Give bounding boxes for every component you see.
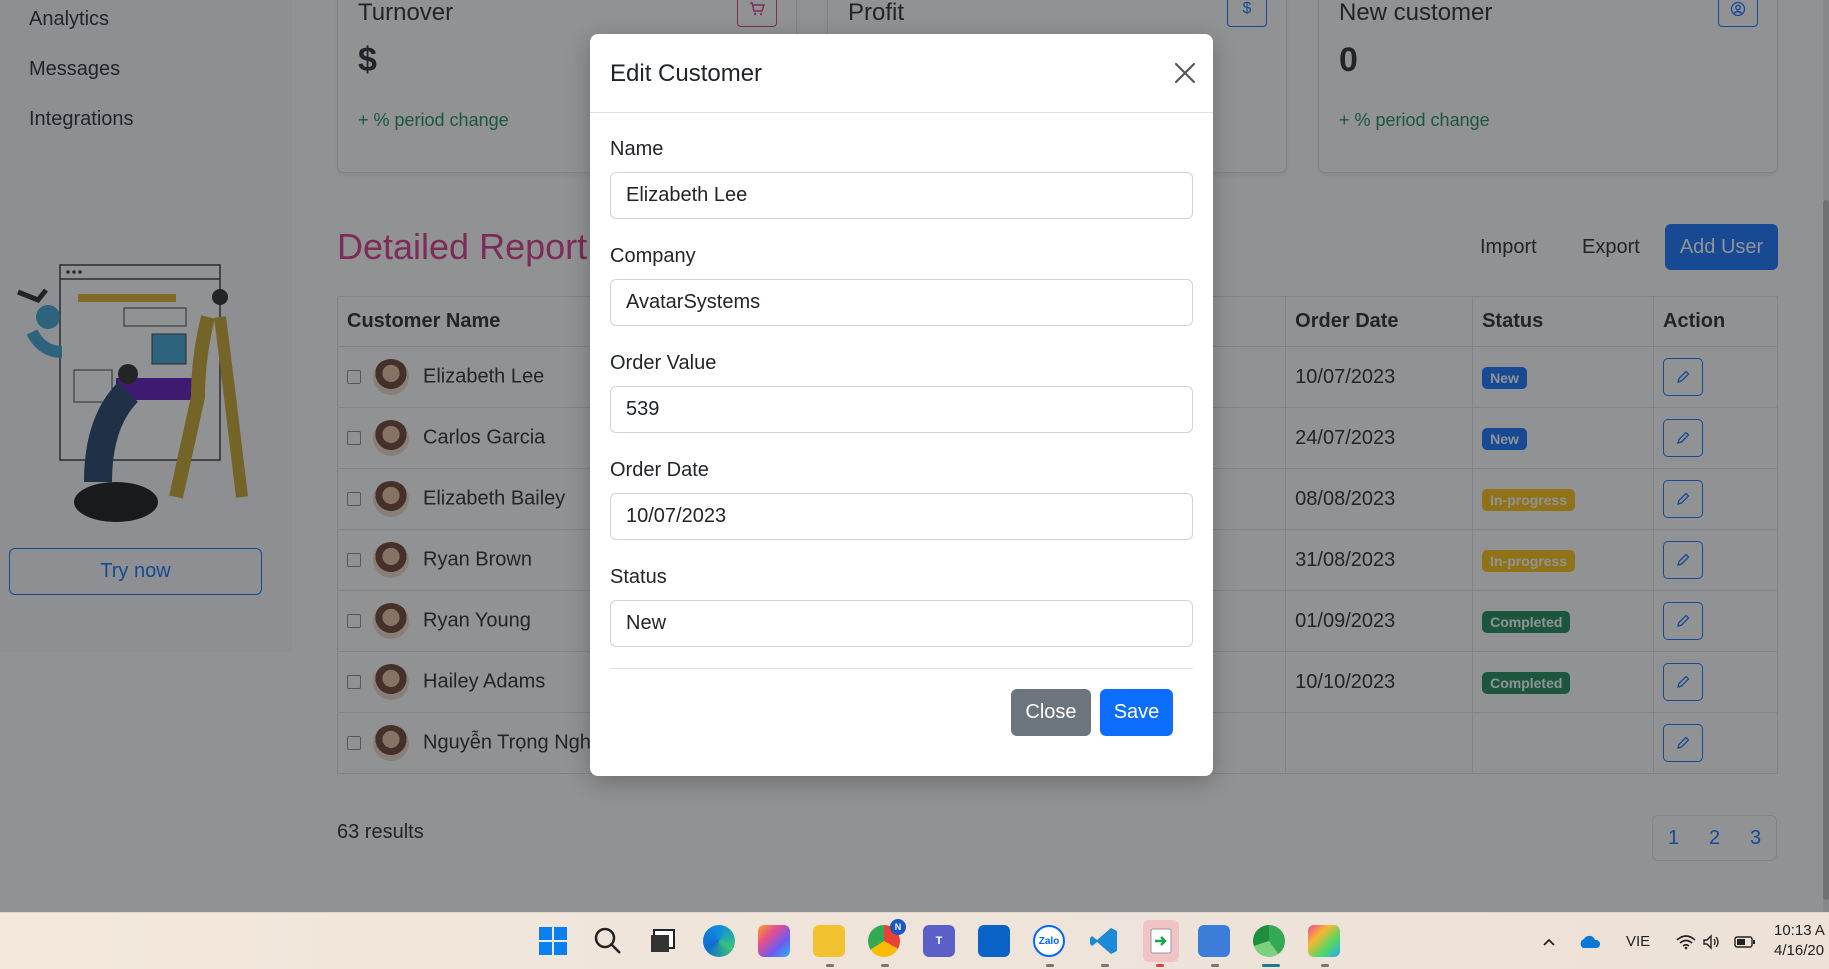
company-field[interactable]: AvatarSystems bbox=[610, 279, 1193, 326]
colorful-app-icon[interactable] bbox=[1308, 925, 1340, 957]
close-button[interactable]: Close bbox=[1011, 689, 1091, 736]
name-field[interactable]: Elizabeth Lee bbox=[610, 172, 1193, 219]
name-label: Name bbox=[610, 138, 664, 160]
language-indicator[interactable]: VIE bbox=[1626, 913, 1650, 969]
notepad-icon[interactable] bbox=[1198, 925, 1230, 957]
status-label: Status bbox=[610, 566, 667, 588]
zalo-indicator bbox=[1046, 964, 1054, 967]
save-button[interactable]: Save bbox=[1100, 689, 1173, 736]
app-green-arrow-icon[interactable] bbox=[1143, 920, 1179, 962]
battery-icon[interactable] bbox=[1734, 913, 1756, 969]
status-field[interactable]: New bbox=[610, 600, 1193, 647]
edge-icon[interactable] bbox=[703, 925, 735, 957]
search-icon[interactable] bbox=[592, 925, 624, 957]
vscode-indicator bbox=[1101, 964, 1109, 967]
modal-footer-divider bbox=[610, 668, 1193, 669]
chrome-icon[interactable]: N bbox=[868, 919, 906, 957]
onedrive-icon[interactable] bbox=[1578, 913, 1602, 969]
teams-icon[interactable]: T bbox=[923, 925, 955, 957]
chrome-alt-indicator bbox=[1262, 964, 1280, 967]
modal-title: Edit Customer bbox=[610, 60, 763, 87]
copilot-icon[interactable] bbox=[758, 925, 790, 957]
wifi-icon[interactable] bbox=[1676, 913, 1696, 969]
clock-time: 10:13 A bbox=[1774, 922, 1825, 939]
chrome-profile-badge: N bbox=[890, 919, 906, 935]
vscode-icon[interactable] bbox=[1088, 925, 1120, 957]
clock-date: 4/16/20 bbox=[1774, 942, 1825, 959]
notepad-indicator bbox=[1211, 964, 1219, 967]
order-value-label: Order Value bbox=[610, 352, 717, 374]
speaker-icon[interactable] bbox=[1702, 913, 1720, 969]
task-view-icon[interactable] bbox=[647, 925, 679, 957]
zalo-icon[interactable]: Zalo bbox=[1033, 925, 1065, 957]
colorful-app-indicator bbox=[1321, 964, 1329, 967]
edit-customer-modal: Edit Customer Name Elizabeth Lee Company… bbox=[590, 34, 1213, 776]
order-date-field[interactable]: 10/07/2023 bbox=[610, 493, 1193, 540]
windows-start-icon[interactable] bbox=[537, 925, 569, 957]
chrome-alt-icon[interactable] bbox=[1253, 925, 1285, 957]
order-date-label: Order Date bbox=[610, 459, 709, 481]
close-icon[interactable] bbox=[1168, 56, 1202, 90]
order-value-field[interactable]: 539 bbox=[610, 386, 1193, 433]
company-label: Company bbox=[610, 245, 696, 267]
app-green-indicator bbox=[1156, 964, 1164, 967]
system-clock[interactable]: 10:13 A 4/16/20 bbox=[1774, 921, 1825, 961]
taskbar: N T Zalo VIE 10:13 A 4/16/20 bbox=[0, 912, 1829, 969]
outlook-icon[interactable] bbox=[978, 925, 1010, 957]
chrome-indicator bbox=[881, 964, 889, 967]
file-explorer-indicator bbox=[826, 964, 834, 967]
modal-header: Edit Customer bbox=[590, 34, 1213, 113]
chevron-up-icon[interactable] bbox=[1541, 913, 1557, 969]
file-explorer-icon[interactable] bbox=[813, 925, 845, 957]
